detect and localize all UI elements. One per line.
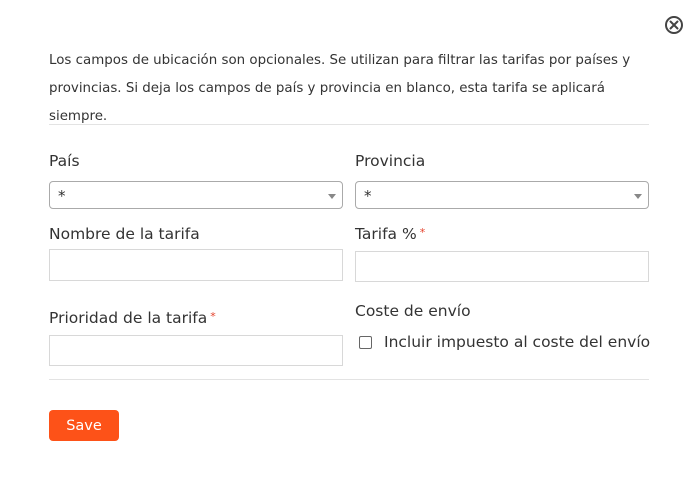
provincia-select[interactable]: * [355, 181, 649, 209]
intro-line-1: Los campos de ubicación son opcionales. … [49, 53, 631, 68]
close-icon[interactable] [665, 16, 683, 34]
incluir-impuesto-option[interactable]: Incluir impuesto al coste del envío [359, 333, 650, 351]
divider-top [49, 124, 649, 125]
intro-line-2: provincias. Si deja los campos de país y… [49, 81, 605, 124]
chevron-down-icon [634, 194, 642, 199]
nombre-tarifa-input[interactable] [49, 249, 343, 281]
coste-envio-label: Coste de envío [355, 302, 471, 320]
provincia-select-value: * [364, 187, 372, 205]
prioridad-label-text: Prioridad de la tarifa [49, 309, 208, 327]
pais-select-value: * [58, 187, 66, 205]
incluir-impuesto-label[interactable]: Incluir impuesto al coste del envío [384, 333, 650, 351]
tarifa-pct-label: Tarifa % * [355, 225, 425, 243]
nombre-tarifa-label: Nombre de la tarifa [49, 225, 200, 243]
incluir-impuesto-checkbox[interactable] [359, 335, 372, 349]
provincia-label: Provincia [355, 152, 426, 170]
required-mark: * [419, 226, 426, 239]
chevron-down-icon [328, 194, 336, 199]
prioridad-input[interactable] [49, 335, 343, 366]
tarifa-pct-label-text: Tarifa % [355, 225, 417, 243]
save-button[interactable]: Save [49, 410, 119, 441]
close-x-glyph [669, 20, 679, 30]
pais-select[interactable]: * [49, 181, 343, 209]
intro-text: Los campos de ubicación son opcionales. … [49, 47, 659, 131]
tarifa-pct-input[interactable] [355, 251, 649, 282]
required-mark: * [210, 310, 216, 323]
pais-label: País [49, 152, 80, 170]
divider-bottom [49, 379, 649, 380]
prioridad-label: Prioridad de la tarifa * [49, 309, 216, 327]
